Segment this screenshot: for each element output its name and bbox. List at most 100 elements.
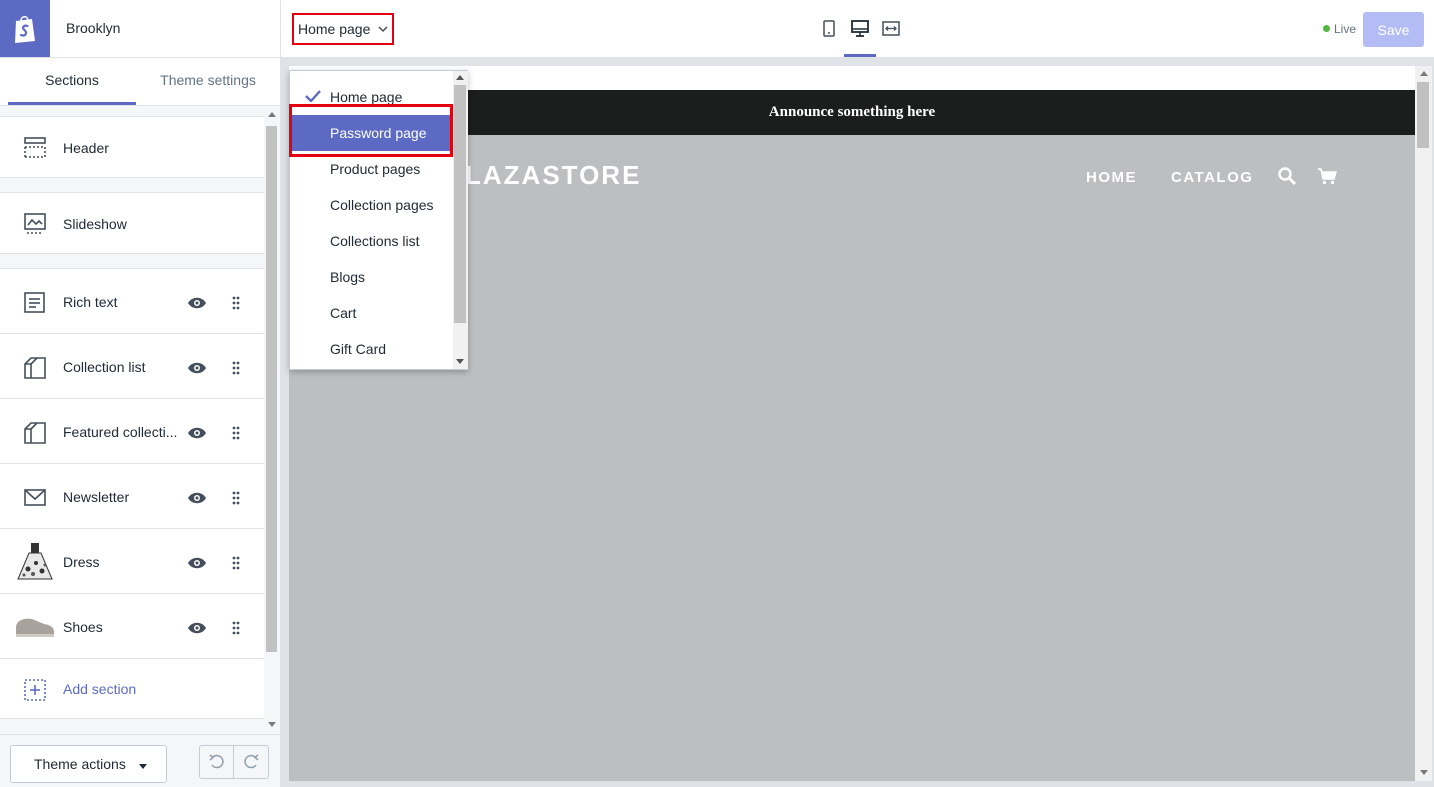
scroll-down-icon[interactable] bbox=[1420, 770, 1428, 775]
sidebar-scrollbar[interactable] bbox=[264, 106, 280, 734]
undo-icon bbox=[209, 754, 224, 769]
redo-button[interactable] bbox=[234, 746, 268, 778]
dropdown-option-collection-pages[interactable]: Collection pages bbox=[290, 187, 453, 223]
shopify-bag-icon bbox=[15, 15, 35, 43]
section-label: Slideshow bbox=[63, 216, 127, 232]
eye-icon[interactable] bbox=[187, 555, 207, 571]
scroll-up-icon[interactable] bbox=[456, 75, 464, 80]
page-select-value: Home page bbox=[298, 21, 371, 37]
live-dot bbox=[1323, 25, 1330, 32]
fullscreen-view-button[interactable] bbox=[881, 18, 901, 40]
section-slideshow[interactable]: Slideshow bbox=[0, 192, 264, 254]
mail-icon bbox=[24, 489, 46, 506]
dropdown-option-home-page[interactable]: Home page bbox=[290, 79, 453, 115]
option-label: Product pages bbox=[330, 161, 421, 177]
scroll-up-icon[interactable] bbox=[1420, 71, 1428, 76]
sidebar-footer: Theme actions bbox=[0, 734, 280, 787]
save-button[interactable]: Save bbox=[1363, 12, 1424, 47]
dropdown-option-cart[interactable]: Cart bbox=[290, 295, 453, 331]
shoes-thumbnail bbox=[16, 618, 54, 637]
section-label: Shoes bbox=[63, 619, 103, 635]
scroll-up-icon[interactable] bbox=[268, 112, 276, 117]
desktop-view-button[interactable] bbox=[850, 18, 870, 40]
section-shoes[interactable]: Shoes bbox=[0, 593, 264, 659]
section-label: Rich text bbox=[63, 294, 118, 310]
page-select[interactable]: Home page bbox=[292, 13, 394, 45]
option-label: Collection pages bbox=[330, 197, 434, 213]
active-view-indicator bbox=[844, 54, 876, 57]
nav-catalog-link[interactable]: CATALOG bbox=[1171, 169, 1253, 186]
dropdown-option-product-pages[interactable]: Product pages bbox=[290, 151, 453, 187]
dropdown-option-collections-list[interactable]: Collections list bbox=[290, 223, 453, 259]
theme-actions-label: Theme actions bbox=[34, 756, 126, 772]
scrollbar-thumb[interactable] bbox=[454, 85, 466, 323]
eye-icon[interactable] bbox=[187, 620, 207, 636]
section-label: Collection list bbox=[63, 359, 146, 375]
drag-handle-icon[interactable] bbox=[231, 425, 241, 441]
drag-handle-icon[interactable] bbox=[231, 490, 241, 506]
option-label: Cart bbox=[330, 305, 357, 321]
dress-thumbnail bbox=[17, 543, 53, 580]
section-dress[interactable]: Dress bbox=[0, 528, 264, 594]
section-label: Featured collecti... bbox=[63, 424, 178, 440]
section-label: Header bbox=[63, 140, 109, 156]
section-featured-collection[interactable]: Featured collecti... bbox=[0, 398, 264, 464]
section-label: Dress bbox=[63, 554, 100, 570]
section-collection-list[interactable]: Collection list bbox=[0, 333, 264, 399]
sidebar-tabs: Sections Theme settings bbox=[0, 58, 280, 106]
mobile-view-button[interactable] bbox=[819, 18, 839, 40]
sections-list: Header Slideshow Rich text Collection li… bbox=[0, 106, 264, 734]
dropdown-option-gift-card[interactable]: Gift Card bbox=[290, 331, 453, 367]
option-label: Password page bbox=[330, 125, 427, 141]
eye-icon[interactable] bbox=[187, 425, 207, 441]
slideshow-icon bbox=[24, 213, 46, 234]
dropdown-option-password-page[interactable]: Password page bbox=[292, 115, 453, 151]
eye-icon[interactable] bbox=[187, 490, 207, 506]
theme-actions-button[interactable]: Theme actions bbox=[10, 745, 167, 783]
section-rich-text[interactable]: Rich text bbox=[0, 268, 264, 334]
undo-button[interactable] bbox=[200, 746, 234, 778]
collection-icon bbox=[24, 357, 46, 379]
scroll-down-icon[interactable] bbox=[456, 359, 464, 364]
section-newsletter[interactable]: Newsletter bbox=[0, 463, 264, 529]
option-label: Home page bbox=[330, 89, 403, 105]
preview-scrollbar[interactable] bbox=[1415, 66, 1432, 781]
dropdown-scrollbar[interactable] bbox=[453, 71, 468, 369]
drag-handle-icon[interactable] bbox=[231, 295, 241, 311]
undo-redo-group bbox=[199, 745, 269, 779]
option-label: Blogs bbox=[330, 269, 366, 285]
add-section-label: Add section bbox=[63, 681, 137, 697]
cart-icon[interactable] bbox=[1317, 166, 1337, 186]
scrollbar-thumb[interactable] bbox=[266, 126, 277, 652]
eye-icon[interactable] bbox=[187, 295, 207, 311]
add-section-icon bbox=[24, 679, 46, 701]
store-brand[interactable]: LAZASTORE bbox=[465, 160, 641, 191]
sidebar: Brooklyn Sections Theme settings Header … bbox=[0, 0, 281, 787]
sidebar-header: Brooklyn bbox=[0, 0, 280, 58]
option-label: Collections list bbox=[330, 233, 420, 249]
search-icon[interactable] bbox=[1277, 166, 1297, 186]
mobile-icon bbox=[823, 20, 835, 37]
fullwidth-icon bbox=[882, 21, 900, 36]
section-header[interactable]: Header bbox=[0, 116, 264, 178]
collection-icon bbox=[24, 422, 46, 444]
desktop-icon bbox=[851, 20, 869, 37]
scrollbar-thumb[interactable] bbox=[1417, 82, 1429, 148]
scroll-down-icon[interactable] bbox=[268, 722, 276, 727]
redo-icon bbox=[244, 754, 259, 769]
add-section-button[interactable]: Add section bbox=[0, 658, 264, 719]
store-name: Brooklyn bbox=[66, 20, 121, 36]
page-dropdown-menu: Home page Password page Product pages Co… bbox=[289, 70, 468, 370]
live-label: Live bbox=[1334, 22, 1357, 36]
eye-icon[interactable] bbox=[187, 360, 207, 376]
caret-down-icon bbox=[139, 764, 147, 769]
dropdown-option-blogs[interactable]: Blogs bbox=[290, 259, 453, 295]
tab-sections[interactable]: Sections bbox=[8, 58, 136, 105]
tab-theme-settings[interactable]: Theme settings bbox=[144, 58, 272, 105]
drag-handle-icon[interactable] bbox=[231, 620, 241, 636]
live-status: Live bbox=[1323, 22, 1356, 36]
drag-handle-icon[interactable] bbox=[231, 360, 241, 376]
nav-home-link[interactable]: HOME bbox=[1086, 169, 1137, 186]
shopify-logo[interactable] bbox=[0, 0, 50, 57]
drag-handle-icon[interactable] bbox=[231, 555, 241, 571]
